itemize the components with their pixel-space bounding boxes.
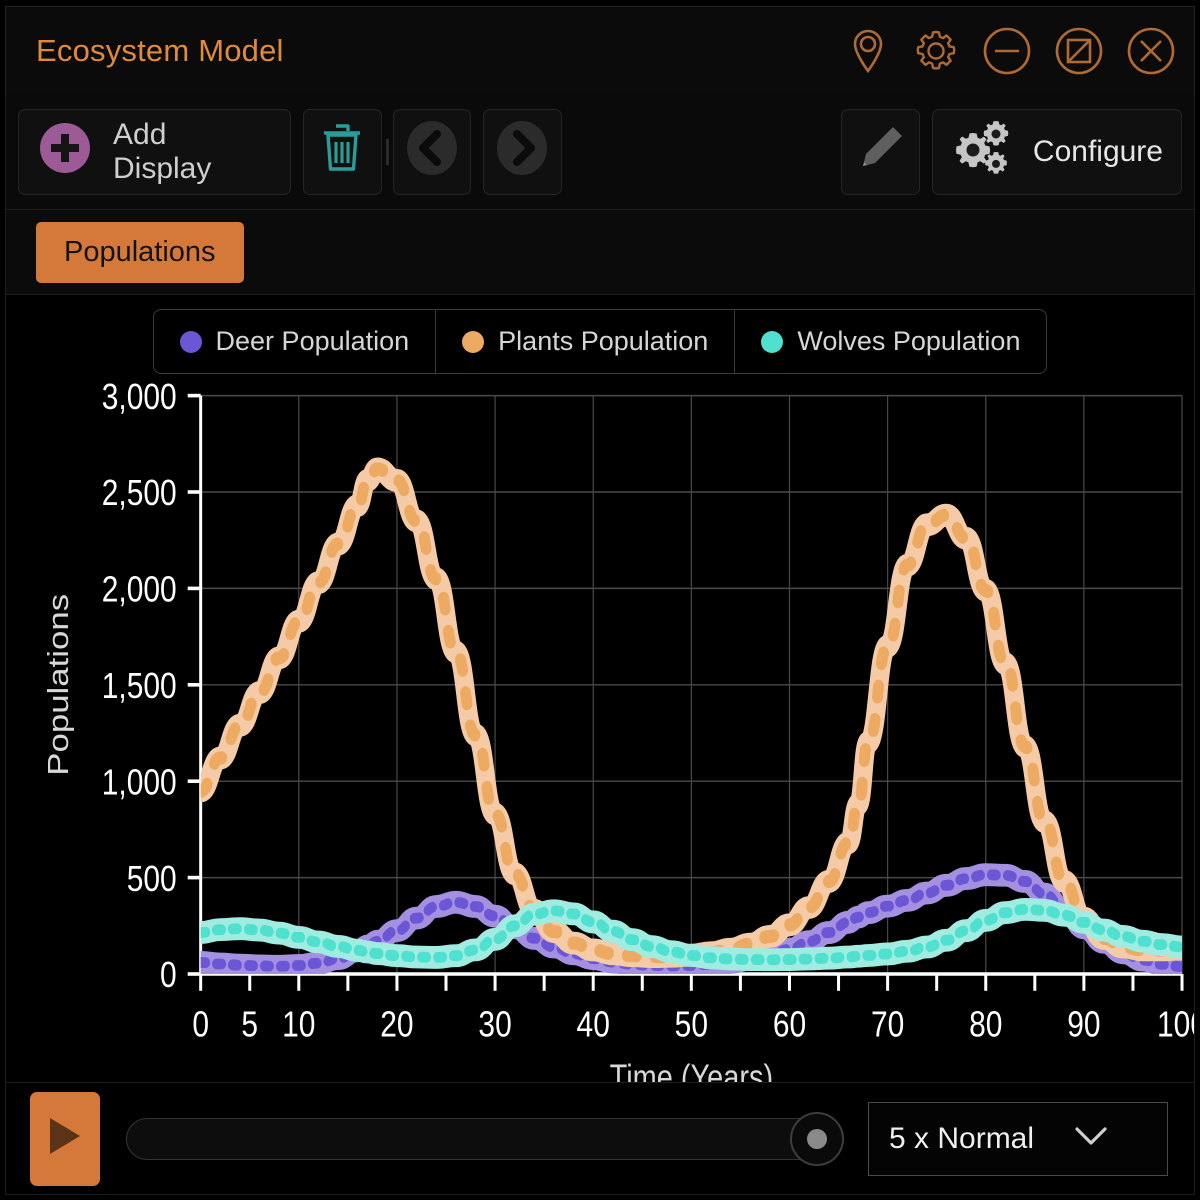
speed-value: 5 x Normal [889, 1121, 1035, 1155]
app-window: Ecosystem Model Add Display Configure Po… [0, 0, 1200, 1200]
svg-text:5: 5 [241, 1005, 258, 1045]
svg-text:10: 10 [282, 1005, 315, 1045]
chevron-right-circle-icon [493, 119, 551, 184]
legend-label-plants: Plants Population [498, 326, 709, 356]
play-icon [46, 1115, 84, 1162]
chevron-left-circle-icon [403, 119, 461, 184]
svg-text:40: 40 [577, 1005, 610, 1045]
svg-text:30: 30 [478, 1005, 511, 1045]
add-display-button[interactable]: Add Display [18, 108, 292, 195]
tab-strip: Populations [5, 210, 1195, 294]
legend-marker-plants [462, 330, 485, 353]
legend-item-deer[interactable]: Deer Population [154, 310, 437, 373]
restore-icon[interactable] [1054, 26, 1104, 76]
tab-populations[interactable]: Populations [36, 221, 244, 283]
location-pin-icon[interactable] [846, 27, 890, 75]
svg-text:Populations: Populations [42, 594, 75, 776]
svg-text:1,000: 1,000 [102, 763, 177, 803]
previous-display-button[interactable] [392, 108, 472, 195]
edit-button[interactable] [841, 108, 920, 195]
time-slider[interactable] [126, 1111, 844, 1166]
configure-button[interactable]: Configure [931, 108, 1182, 195]
speed-select[interactable]: 5 x Normal [868, 1101, 1168, 1176]
legend-label-wolves: Wolves Population [797, 326, 1021, 356]
svg-text:1,500: 1,500 [102, 666, 177, 706]
svg-text:500: 500 [127, 859, 177, 899]
slider-track[interactable] [126, 1117, 842, 1160]
playback-bar: 5 x Normal [5, 1083, 1195, 1195]
toolbar-separator [385, 138, 389, 165]
svg-text:0: 0 [160, 956, 177, 996]
gears-icon [951, 119, 1013, 184]
legend-item-wolves[interactable]: Wolves Population [735, 310, 1046, 373]
window-controls [846, 26, 1176, 76]
close-icon[interactable] [1126, 26, 1176, 76]
chart-panel: Deer Population Plants Population Wolves… [5, 294, 1195, 1083]
slider-thumb[interactable] [790, 1111, 844, 1166]
legend-marker-deer [179, 330, 202, 353]
window-title: Ecosystem Model [36, 32, 284, 68]
play-button[interactable] [30, 1091, 100, 1186]
plot-area: 0 500 1,000 1,500 2,000 2,500 3,000 0 5 10 20 30 40 5… [6, 374, 1194, 1082]
add-display-label: Add Display [113, 117, 212, 185]
svg-text:2,500: 2,500 [102, 474, 177, 514]
svg-text:100: 100 [1157, 1005, 1194, 1045]
legend-label-deer: Deer Population [215, 326, 410, 356]
svg-text:70: 70 [871, 1005, 904, 1045]
svg-text:60: 60 [773, 1005, 806, 1045]
svg-text:2,000: 2,000 [102, 570, 177, 610]
plus-circle-icon [37, 120, 93, 183]
svg-text:20: 20 [380, 1005, 413, 1045]
configure-label: Configure [1032, 134, 1163, 168]
svg-text:50: 50 [675, 1005, 708, 1045]
legend-item-plants[interactable]: Plants Population [436, 310, 736, 373]
svg-text:Time (Years): Time (Years) [610, 1058, 774, 1082]
pencil-icon [855, 122, 907, 181]
chart-legend: Deer Population Plants Population Wolves… [152, 309, 1048, 374]
title-bar: Ecosystem Model [5, 6, 1195, 94]
svg-text:0: 0 [192, 1005, 209, 1045]
chevron-down-icon [1071, 1122, 1147, 1156]
gear-icon[interactable] [912, 27, 960, 75]
delete-display-button[interactable] [303, 108, 382, 195]
toolbar: Add Display Configure [5, 94, 1195, 210]
legend-marker-wolves [761, 330, 784, 353]
next-display-button[interactable] [483, 108, 562, 195]
minimize-icon[interactable] [982, 26, 1032, 76]
svg-text:80: 80 [969, 1005, 1002, 1045]
population-chart: 05001,0001,5002,0002,5003,0000 5 10 20 30 40 5… [42, 377, 1194, 1082]
svg-text:3,000: 3,000 [102, 377, 177, 417]
svg-text:90: 90 [1067, 1005, 1100, 1045]
trash-icon [319, 122, 365, 181]
